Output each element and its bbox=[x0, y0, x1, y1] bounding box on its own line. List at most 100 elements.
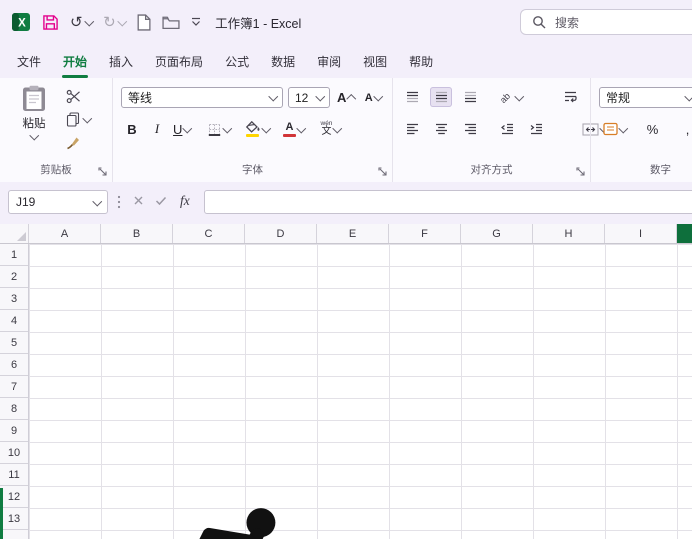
open-file-button[interactable] bbox=[162, 15, 180, 30]
formula-bar-handle[interactable] bbox=[117, 195, 121, 209]
tab-formulas[interactable]: 公式 bbox=[214, 44, 260, 78]
new-file-button[interactable] bbox=[136, 13, 151, 31]
tab-home[interactable]: 开始 bbox=[52, 44, 98, 78]
copy-button[interactable] bbox=[66, 112, 92, 127]
accounting-format-button[interactable] bbox=[601, 119, 629, 139]
row-header-3[interactable]: 3 bbox=[0, 288, 28, 310]
tab-review[interactable]: 审阅 bbox=[306, 44, 352, 78]
font-name-value: 等线 bbox=[128, 91, 153, 105]
row-header-7[interactable]: 7 bbox=[0, 376, 28, 398]
borders-button[interactable] bbox=[205, 119, 233, 139]
row-header-10[interactable]: 10 bbox=[0, 442, 28, 464]
number-format-chevron-icon bbox=[684, 91, 692, 102]
italic-button[interactable]: I bbox=[146, 119, 168, 139]
dialog-launcher-icon bbox=[98, 167, 107, 176]
font-group-label: 字体 bbox=[242, 164, 263, 176]
align-left-button[interactable] bbox=[401, 119, 423, 139]
column-header-j-selected-partial[interactable] bbox=[677, 224, 692, 243]
decrease-indent-button[interactable] bbox=[496, 119, 518, 139]
underline-button[interactable]: U bbox=[171, 119, 193, 139]
row-header-9[interactable]: 9 bbox=[0, 420, 28, 442]
increase-font-size-button[interactable]: A bbox=[335, 88, 357, 108]
tab-help[interactable]: 帮助 bbox=[398, 44, 444, 78]
number-format-combo[interactable]: 常规 bbox=[599, 87, 692, 108]
align-center-button[interactable] bbox=[430, 119, 452, 139]
align-bottom-button[interactable] bbox=[459, 87, 481, 107]
row-header-13[interactable]: 13 bbox=[0, 508, 28, 530]
customize-qat-icon bbox=[192, 17, 201, 26]
comma-style-button[interactable]: , bbox=[677, 119, 692, 139]
column-header-c[interactable]: C bbox=[173, 224, 245, 243]
row-header-1[interactable]: 1 bbox=[0, 244, 28, 266]
formula-input[interactable] bbox=[204, 190, 692, 214]
percent-style-button[interactable]: % bbox=[642, 119, 664, 139]
row-header-6[interactable]: 6 bbox=[0, 354, 28, 376]
tab-data[interactable]: 数据 bbox=[260, 44, 306, 78]
row-header-8[interactable]: 8 bbox=[0, 398, 28, 420]
font-name-chevron-icon bbox=[268, 91, 278, 102]
copy-icon bbox=[66, 112, 80, 127]
fill-color-swatch bbox=[246, 134, 259, 137]
name-box-value: J19 bbox=[16, 195, 36, 209]
ribbon-tab-strip: 文件 开始 插入 页面布局 公式 数据 审阅 视图 帮助 bbox=[0, 44, 692, 78]
undo-button[interactable]: ↺ bbox=[70, 15, 94, 30]
row-header-5[interactable]: 5 bbox=[0, 332, 28, 354]
search-box[interactable]: 搜索 bbox=[520, 9, 692, 35]
name-box[interactable]: J19 bbox=[8, 190, 108, 214]
scissors-icon bbox=[66, 89, 80, 104]
alignment-dialog-launcher[interactable] bbox=[576, 167, 586, 177]
tab-view[interactable]: 视图 bbox=[352, 44, 398, 78]
column-header-g[interactable]: G bbox=[461, 224, 533, 243]
align-right-button[interactable] bbox=[459, 119, 481, 139]
tab-file[interactable]: 文件 bbox=[6, 44, 52, 78]
align-top-button[interactable] bbox=[401, 87, 423, 107]
column-header-e[interactable]: E bbox=[317, 224, 389, 243]
phonetic-chevron-icon bbox=[333, 123, 343, 133]
align-middle-button[interactable] bbox=[430, 87, 452, 107]
font-color-swatch bbox=[283, 133, 296, 137]
save-button[interactable] bbox=[42, 14, 59, 31]
orientation-button[interactable]: ab bbox=[496, 87, 525, 107]
format-painter-button[interactable] bbox=[66, 135, 91, 150]
align-middle-icon bbox=[435, 91, 447, 103]
tab-insert[interactable]: 插入 bbox=[98, 44, 144, 78]
tab-page-layout[interactable]: 页面布局 bbox=[144, 44, 214, 78]
row-header-4[interactable]: 4 bbox=[0, 310, 28, 332]
quick-access-toolbar-menu[interactable] bbox=[191, 17, 201, 27]
font-color-button[interactable]: A bbox=[281, 119, 307, 139]
row-header-11[interactable]: 11 bbox=[0, 464, 28, 486]
font-size-combo[interactable]: 12 bbox=[288, 87, 330, 108]
wheelchair-image[interactable] bbox=[178, 504, 313, 539]
paste-button[interactable]: 粘贴 bbox=[8, 85, 60, 140]
dialog-launcher-icon bbox=[378, 167, 387, 176]
clipboard-dialog-launcher[interactable] bbox=[98, 167, 108, 177]
row-header-2[interactable]: 2 bbox=[0, 266, 28, 288]
increase-indent-button[interactable] bbox=[525, 119, 547, 139]
font-color-letter: A bbox=[285, 120, 294, 133]
cut-button[interactable] bbox=[66, 89, 91, 104]
select-all-button[interactable] bbox=[0, 224, 29, 243]
column-header-i[interactable]: I bbox=[605, 224, 677, 243]
column-header-d[interactable]: D bbox=[245, 224, 317, 243]
font-dialog-launcher[interactable] bbox=[378, 167, 388, 177]
insert-function-button[interactable]: fx bbox=[180, 193, 190, 209]
bold-button[interactable]: B bbox=[121, 119, 143, 139]
window-edge-accent bbox=[0, 488, 3, 539]
column-header-b[interactable]: B bbox=[101, 224, 173, 243]
fill-color-button[interactable] bbox=[243, 119, 272, 139]
column-header-h[interactable]: H bbox=[533, 224, 605, 243]
wrap-text-button[interactable] bbox=[560, 87, 582, 107]
align-right-icon bbox=[464, 123, 476, 135]
redo-button[interactable]: ↻ bbox=[103, 15, 127, 30]
enter-button[interactable] bbox=[155, 195, 167, 206]
decrease-font-size-button[interactable]: A bbox=[362, 88, 384, 108]
font-name-combo[interactable]: 等线 bbox=[121, 87, 283, 108]
phonetic-guide-button[interactable]: wén 文 bbox=[319, 119, 343, 139]
number-group-label: 数字 bbox=[650, 164, 671, 176]
column-header-a[interactable]: A bbox=[29, 224, 101, 243]
cancel-button[interactable] bbox=[133, 195, 144, 206]
row-header-12[interactable]: 12 bbox=[0, 486, 28, 508]
fill-color-chevron-icon bbox=[261, 123, 271, 133]
cells-area[interactable] bbox=[29, 244, 692, 539]
column-header-f[interactable]: F bbox=[389, 224, 461, 243]
